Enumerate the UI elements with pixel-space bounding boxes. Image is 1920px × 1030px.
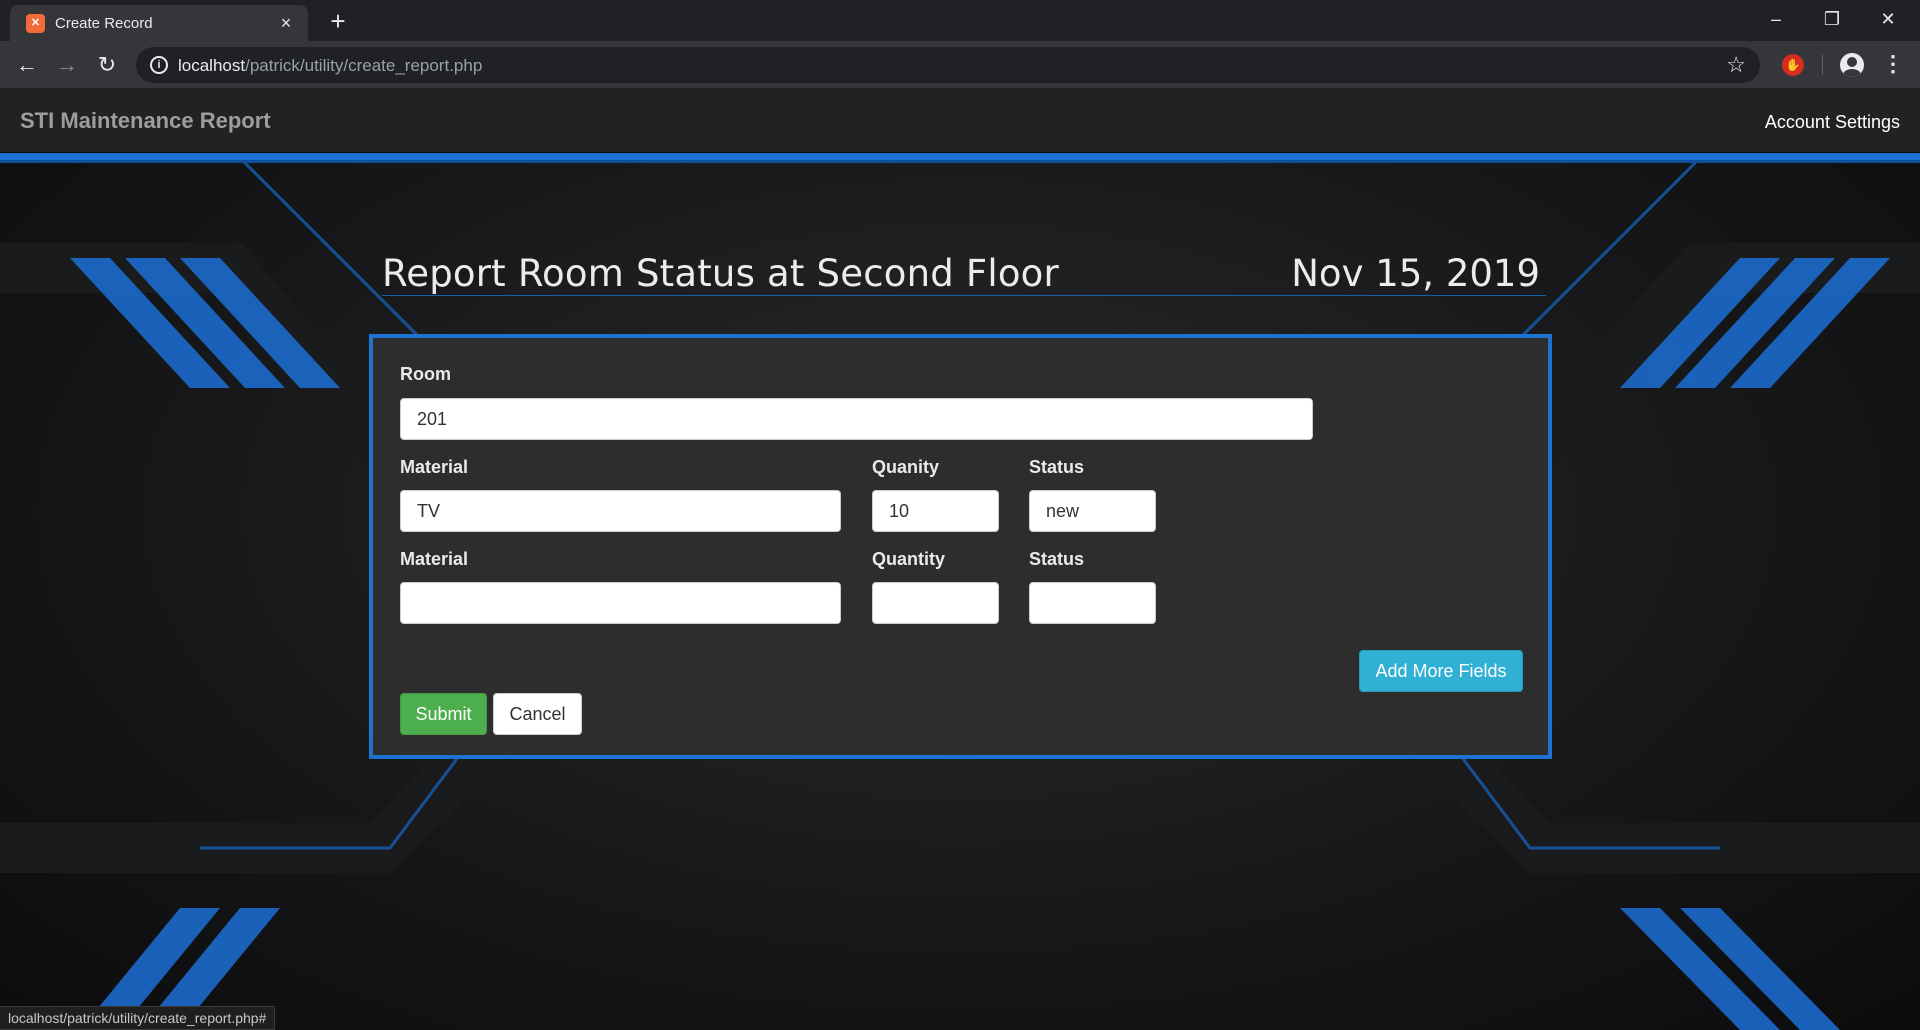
quantity-input[interactable] bbox=[872, 490, 999, 532]
toolbar-divider bbox=[1822, 55, 1823, 75]
quantity-label: Quantity bbox=[872, 549, 946, 569]
browser-tab[interactable]: ✕ Create Record × bbox=[10, 5, 308, 41]
material-input[interactable] bbox=[400, 490, 841, 532]
xampp-icon: ✕ bbox=[26, 14, 45, 33]
material-input[interactable] bbox=[400, 582, 841, 624]
info-icon[interactable]: i bbox=[150, 56, 168, 74]
account-settings-link[interactable]: Account Settings bbox=[1765, 112, 1900, 133]
page-title: Report Room Status at Second Floor bbox=[382, 252, 1059, 295]
top-navbar: STI Maintenance Report Account Settings bbox=[0, 88, 1920, 153]
restore-icon[interactable]: ❐ bbox=[1804, 0, 1860, 40]
browser-tabstrip: ✕ Create Record × + – ❐ ✕ bbox=[0, 0, 1920, 41]
tab-title: Create Record bbox=[55, 15, 153, 32]
status-input[interactable] bbox=[1029, 582, 1156, 624]
browser-toolbar: ← → ↻ i localhost/patrick/utility/create… bbox=[0, 41, 1920, 88]
address-bar[interactable]: i localhost/patrick/utility/create_repor… bbox=[136, 47, 1760, 83]
close-tab-icon[interactable]: × bbox=[274, 11, 298, 35]
new-tab-icon[interactable]: + bbox=[322, 6, 354, 38]
brand-link[interactable]: STI Maintenance Report bbox=[20, 108, 271, 134]
minimize-icon[interactable]: – bbox=[1748, 0, 1804, 40]
browser-status-bar: localhost/patrick/utility/create_report.… bbox=[0, 1006, 276, 1030]
quantity-label: Quanity bbox=[872, 457, 940, 477]
back-icon[interactable]: ← bbox=[10, 48, 44, 82]
page-heading: Report Room Status at Second Floor Nov 1… bbox=[382, 248, 1546, 296]
profile-icon[interactable] bbox=[1840, 53, 1864, 77]
status-input[interactable] bbox=[1029, 490, 1156, 532]
status-label: Status bbox=[1029, 549, 1085, 569]
material-label: Material bbox=[400, 457, 469, 477]
url-host: localhost bbox=[178, 56, 246, 75]
submit-button[interactable]: Submit bbox=[400, 693, 487, 735]
status-label: Status bbox=[1029, 457, 1085, 477]
room-label: Room bbox=[400, 364, 451, 384]
bookmark-star-icon[interactable]: ☆ bbox=[1726, 52, 1746, 78]
cancel-button[interactable]: Cancel bbox=[493, 693, 582, 735]
report-date: Nov 15, 2019 bbox=[1291, 252, 1540, 295]
quantity-input[interactable] bbox=[872, 582, 999, 624]
add-more-fields-button[interactable]: Add More Fields bbox=[1359, 650, 1523, 692]
forward-icon[interactable]: → bbox=[50, 48, 84, 82]
url-path: /patrick/utility/create_report.php bbox=[245, 56, 483, 75]
page-viewport: STI Maintenance Report Account Settings … bbox=[0, 88, 1920, 1030]
room-input[interactable] bbox=[400, 398, 1313, 440]
url-text: localhost/patrick/utility/create_report.… bbox=[178, 56, 482, 76]
browser-menu-icon[interactable]: ⋮ bbox=[1882, 49, 1904, 79]
extension-icon[interactable]: ✋ bbox=[1782, 54, 1804, 76]
report-form: Room Material Quanity Status Material Qu… bbox=[369, 334, 1552, 759]
material-label: Material bbox=[400, 549, 469, 569]
window-close-icon[interactable]: ✕ bbox=[1860, 0, 1916, 40]
reload-icon[interactable]: ↻ bbox=[90, 48, 124, 82]
accent-bar bbox=[0, 153, 1920, 163]
